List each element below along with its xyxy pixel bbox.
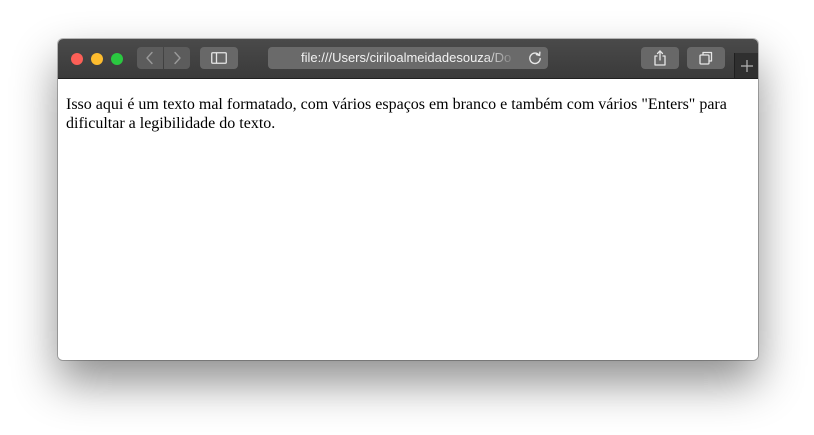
tabs-overview-icon	[699, 51, 713, 65]
close-window-button[interactable]	[71, 53, 83, 65]
share-icon	[654, 50, 666, 66]
forward-button[interactable]	[164, 47, 190, 69]
maximize-window-button[interactable]	[111, 53, 123, 65]
page-content: Isso aqui é um texto mal formatado, com …	[58, 79, 758, 360]
navigation-buttons	[137, 47, 190, 69]
minimize-window-button[interactable]	[91, 53, 103, 65]
back-button[interactable]	[137, 47, 163, 69]
address-bar[interactable]: file:///Users/ciriloalmeidadesouza/Do	[268, 47, 548, 69]
chevron-left-icon	[146, 51, 153, 65]
page-body-text: Isso aqui é um texto mal formatado, com …	[66, 96, 727, 132]
browser-window: file:///Users/ciriloalmeidadesouza/Do Is…	[58, 39, 758, 360]
sidebar-toggle-button[interactable]	[200, 47, 238, 69]
new-tab-button[interactable]	[734, 53, 758, 78]
plus-icon	[741, 60, 753, 72]
address-bar-url[interactable]: file:///Users/ciriloalmeidadesouza/Do	[301, 47, 517, 69]
chevron-right-icon	[174, 51, 181, 65]
share-button[interactable]	[641, 47, 679, 69]
tab-overview-button[interactable]	[687, 47, 725, 69]
browser-toolbar: file:///Users/ciriloalmeidadesouza/Do	[58, 39, 758, 79]
sidebar-icon	[211, 52, 227, 64]
reload-icon[interactable]	[527, 50, 543, 66]
